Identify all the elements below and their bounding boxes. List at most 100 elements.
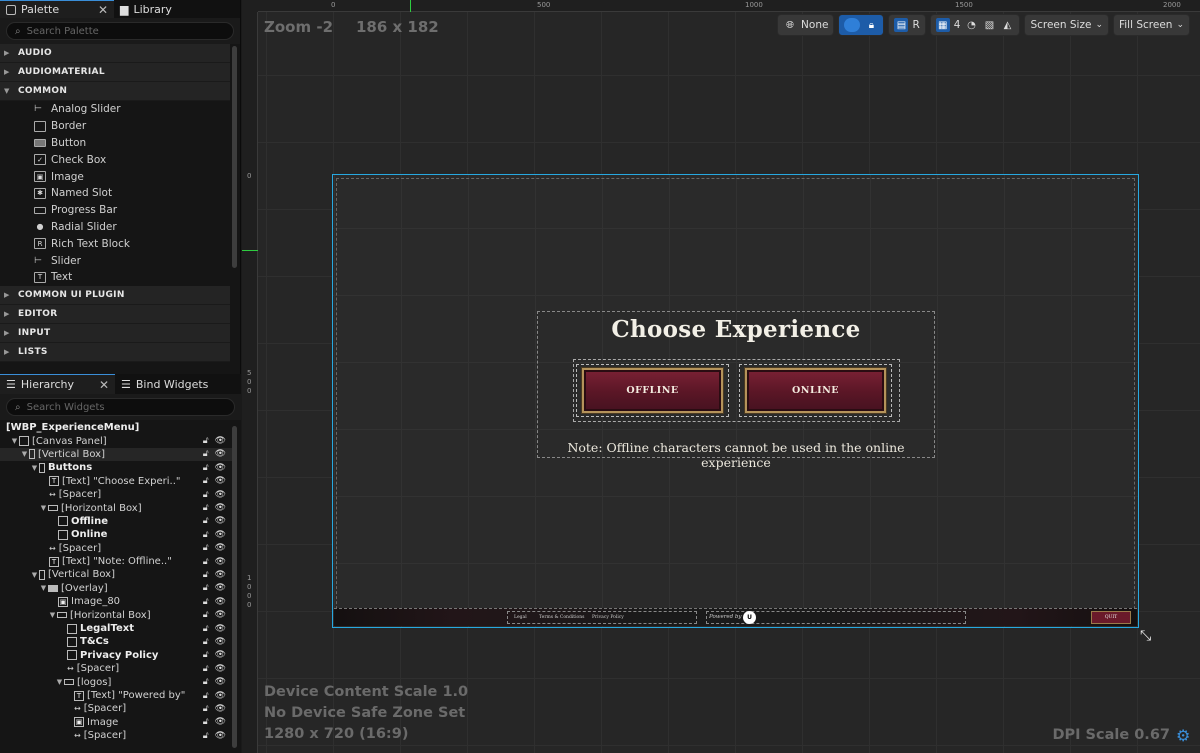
- lock-icon[interactable]: 🔓︎: [203, 610, 209, 620]
- eye-icon[interactable]: 👁︎: [215, 557, 226, 567]
- respect-locks-button[interactable]: ▤ R: [888, 14, 926, 36]
- tree-row[interactable]: ▣ Image_80 🔓︎ 👁︎: [0, 595, 232, 608]
- tree-row[interactable]: T [Text] "Choose Experi.." 🔓︎ 👁︎: [0, 475, 232, 488]
- eye-icon[interactable]: 👁︎: [215, 543, 226, 553]
- hierarchy-search-input[interactable]: ⌕ Search Widgets: [6, 398, 235, 416]
- lock-icon[interactable]: 🔓︎: [203, 463, 209, 473]
- lock-icon[interactable]: 🔓︎: [203, 650, 209, 660]
- category-common-ui-plugin[interactable]: ▶ COMMON UI PLUGIN: [0, 285, 230, 305]
- tree-row[interactable]: ↔ [Spacer] 🔓︎ 👁︎: [0, 542, 232, 555]
- tree-row[interactable]: ▼ [Horizontal Box] 🔓︎ 👁︎: [0, 501, 232, 514]
- lock-icon[interactable]: 🔓︎: [203, 516, 209, 526]
- eye-icon[interactable]: 👁︎: [215, 490, 226, 500]
- tree-row[interactable]: ▼ Buttons 🔓︎ 👁︎: [0, 461, 232, 474]
- grid-snap-button[interactable]: ▦ 4 ◔ ▧ ◭: [929, 14, 1021, 36]
- eye-icon[interactable]: 👁︎: [215, 664, 226, 674]
- eye-icon[interactable]: 👁︎: [215, 476, 226, 486]
- lock-icon[interactable]: 🔓︎: [203, 436, 209, 446]
- tree-row[interactable]: ↔ [Spacer] 🔓︎ 👁︎: [0, 729, 232, 742]
- eye-icon[interactable]: 👁︎: [215, 704, 226, 714]
- lock-icon[interactable]: 🔓︎: [203, 570, 209, 580]
- eye-icon[interactable]: 👁︎: [215, 717, 226, 727]
- privacy-link[interactable]: Privacy Policy: [592, 615, 624, 620]
- lock-icon[interactable]: 🔓︎: [203, 476, 209, 486]
- eye-icon[interactable]: 👁︎: [215, 463, 226, 473]
- widget-canvas-frame[interactable]: Choose Experience OFFLINE ONLINE Note: O…: [332, 174, 1139, 628]
- horizontal-box-outline[interactable]: OFFLINE ONLINE: [573, 359, 900, 422]
- palette-item-named-slot[interactable]: ✱ Named Slot: [0, 185, 230, 202]
- eye-icon[interactable]: 👁︎: [215, 610, 226, 620]
- screen-size-dropdown[interactable]: Screen Size ⌄: [1024, 14, 1109, 36]
- tree-row[interactable]: Online 🔓︎ 👁︎: [0, 528, 232, 541]
- eye-icon[interactable]: 👁︎: [215, 691, 226, 701]
- lock-icon[interactable]: 🔓︎: [203, 449, 209, 459]
- lock-icon[interactable]: 🔓︎: [203, 597, 209, 607]
- lock-icon[interactable]: 🔓︎: [203, 637, 209, 647]
- tree-row[interactable]: LegalText 🔓︎ 👁︎: [0, 622, 232, 635]
- tree-row[interactable]: ↔ [Spacer] 🔓︎ 👁︎: [0, 662, 232, 675]
- eye-icon[interactable]: 👁︎: [215, 677, 226, 687]
- lock-icon[interactable]: 🔓︎: [203, 731, 209, 741]
- tab-library[interactable]: ▆ Library: [114, 0, 178, 18]
- palette-item-radial-slider[interactable]: ● Radial Slider: [0, 219, 230, 236]
- quit-button[interactable]: QUIT: [1091, 611, 1131, 624]
- tree-row[interactable]: ▼ [Overlay] 🔓︎ 👁︎: [0, 582, 232, 595]
- designer-canvas[interactable]: 0 500 1000 1500 2000 0 5 0 0 1 0 0 0 Zoo…: [242, 0, 1200, 753]
- eye-icon[interactable]: 👁︎: [215, 583, 226, 593]
- close-icon[interactable]: ✕: [99, 378, 109, 392]
- lock-icon[interactable]: 🔓︎: [203, 503, 209, 513]
- legal-link[interactable]: Legal: [514, 615, 527, 620]
- eye-icon[interactable]: 👁︎: [215, 530, 226, 540]
- category-audio[interactable]: ▶ AUDIO: [0, 44, 230, 63]
- category-input[interactable]: ▶ INPUT: [0, 323, 230, 343]
- tree-row[interactable]: ↔ [Spacer] 🔓︎ 👁︎: [0, 488, 232, 501]
- eye-icon[interactable]: 👁︎: [215, 624, 226, 634]
- palette-item-rich-text-block[interactable]: R Rich Text Block: [0, 235, 230, 252]
- palette-item-check-box[interactable]: ✓ Check Box: [0, 151, 230, 168]
- lock-icon[interactable]: 🔓︎: [203, 704, 209, 714]
- palette-item-analog-slider[interactable]: ⊢ Analog Slider: [0, 101, 230, 118]
- resize-handle-icon[interactable]: ⤡: [1140, 628, 1151, 644]
- tree-row[interactable]: ▼ [logos] 🔓︎ 👁︎: [0, 675, 232, 688]
- palette-search-input[interactable]: ⌕ Search Palette: [6, 22, 234, 40]
- tree-row[interactable]: T [Text] "Powered by" 🔓︎ 👁︎: [0, 689, 232, 702]
- tree-row[interactable]: ↔ [Spacer] 🔓︎ 👁︎: [0, 702, 232, 715]
- lock-icon[interactable]: 🔓︎: [203, 490, 209, 500]
- lock-icon[interactable]: 🔓︎: [203, 717, 209, 727]
- eye-icon[interactable]: 👁︎: [215, 731, 226, 741]
- localization-button[interactable]: 🌐︎ None: [777, 14, 835, 36]
- tree-row[interactable]: ▼ [Horizontal Box] 🔓︎ 👁︎: [0, 608, 232, 621]
- terms-link[interactable]: Terms & Conditions: [539, 615, 584, 620]
- tree-row[interactable]: ▼ [Vertical Box] 🔓︎ 👁︎: [0, 568, 232, 581]
- palette-item-text[interactable]: T Text: [0, 269, 230, 286]
- eye-icon[interactable]: 👁︎: [215, 637, 226, 647]
- eye-icon[interactable]: 👁︎: [215, 597, 226, 607]
- lock-toggle[interactable]: 🔒︎: [838, 14, 885, 36]
- palette-item-image[interactable]: ▣ Image: [0, 168, 230, 185]
- palette-item-button[interactable]: Button: [0, 135, 230, 152]
- fill-screen-dropdown[interactable]: Fill Screen ⌄: [1112, 14, 1190, 36]
- tree-row[interactable]: ▼ [Vertical Box] 🔓︎ 👁︎: [0, 447, 232, 462]
- eye-icon[interactable]: 👁︎: [215, 650, 226, 660]
- category-editor[interactable]: ▶ EDITOR: [0, 304, 230, 324]
- gear-icon[interactable]: ⚙: [1176, 728, 1192, 744]
- eye-icon[interactable]: 👁︎: [215, 503, 226, 513]
- tree-row[interactable]: T&Cs 🔓︎ 👁︎: [0, 635, 232, 648]
- lock-icon[interactable]: 🔓︎: [203, 530, 209, 540]
- lock-icon[interactable]: 🔓︎: [203, 557, 209, 567]
- palette-item-border[interactable]: Border: [0, 118, 230, 135]
- tab-palette[interactable]: Palette ✕: [0, 0, 114, 18]
- online-button[interactable]: ONLINE: [739, 364, 892, 417]
- tree-row[interactable]: [WBP_ExperienceMenu]: [0, 421, 232, 434]
- eye-icon[interactable]: 👁︎: [215, 570, 226, 580]
- close-icon[interactable]: ✕: [98, 3, 108, 17]
- tree-row[interactable]: ▣ Image 🔓︎ 👁︎: [0, 716, 232, 729]
- lock-icon[interactable]: 🔓︎: [203, 691, 209, 701]
- category-common[interactable]: ▼ COMMON: [0, 82, 230, 101]
- tree-row[interactable]: Offline 🔓︎ 👁︎: [0, 515, 232, 528]
- hierarchy-scrollbar[interactable]: [232, 426, 237, 748]
- tree-row[interactable]: T [Text] "Note: Offline.." 🔓︎ 👁︎: [0, 555, 232, 568]
- lock-icon[interactable]: 🔓︎: [203, 624, 209, 634]
- eye-icon[interactable]: 👁︎: [215, 449, 226, 459]
- category-lists[interactable]: ▶ LISTS: [0, 342, 230, 362]
